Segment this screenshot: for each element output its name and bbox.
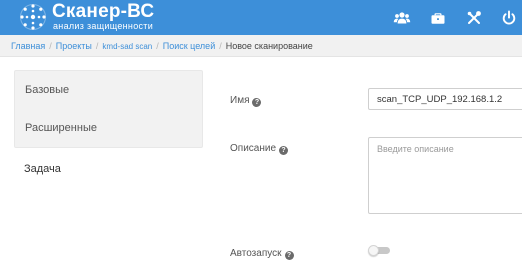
- autostart-toggle[interactable]: [368, 245, 390, 256]
- breadcrumb-target-search[interactable]: Поиск целей: [163, 41, 215, 51]
- breadcrumb-separator: /: [156, 41, 159, 51]
- page: Сканер-ВС анализ защищенности Главная / …: [0, 0, 522, 274]
- breadcrumb-home[interactable]: Главная: [11, 41, 45, 51]
- breadcrumb-projects[interactable]: Проекты: [56, 41, 92, 51]
- app-title: Сканер-ВС: [52, 1, 155, 22]
- question-circle-icon[interactable]: ?: [252, 98, 262, 107]
- tab-task[interactable]: Задача: [14, 148, 203, 190]
- briefcase-icon[interactable]: [429, 9, 447, 27]
- autostart-label-text: Автозапуск: [230, 248, 282, 259]
- breadcrumb-separator: /: [49, 41, 52, 51]
- question-circle-icon[interactable]: ?: [284, 251, 294, 260]
- name-label: Имя?: [230, 95, 262, 107]
- description-label-text: Описание: [230, 143, 277, 154]
- tab-advanced[interactable]: Расширенные: [15, 109, 202, 147]
- name-input[interactable]: [368, 88, 522, 110]
- name-label-text: Имя: [230, 95, 250, 106]
- description-textarea[interactable]: [368, 137, 522, 214]
- description-label: Описание?: [230, 143, 289, 155]
- breadcrumb-separator: /: [219, 41, 222, 51]
- settings-tabs: Базовые Расширенные Задача: [14, 70, 203, 190]
- question-circle-icon[interactable]: ?: [279, 146, 289, 155]
- top-header: Сканер-ВС анализ защищенности: [0, 0, 522, 35]
- inactive-tab-group: Базовые Расширенные: [14, 70, 203, 148]
- breadcrumb-separator: /: [95, 41, 99, 51]
- breadcrumb-project[interactable]: kmd-sad scan: [102, 42, 152, 51]
- tools-icon[interactable]: [465, 9, 483, 27]
- tab-basic[interactable]: Базовые: [15, 71, 202, 109]
- dots-logo-icon[interactable]: [19, 3, 47, 31]
- app-subtitle: анализ защищенности: [53, 21, 154, 31]
- breadcrumb-current: Новое сканирование: [225, 41, 313, 51]
- autostart-label: Автозапуск?: [230, 248, 294, 260]
- toggle-knob: [368, 245, 379, 256]
- breadcrumb: Главная / Проекты / kmd-sad scan / Поиск целей…: [0, 35, 522, 57]
- users-icon[interactable]: [393, 9, 411, 27]
- power-icon[interactable]: [500, 9, 518, 27]
